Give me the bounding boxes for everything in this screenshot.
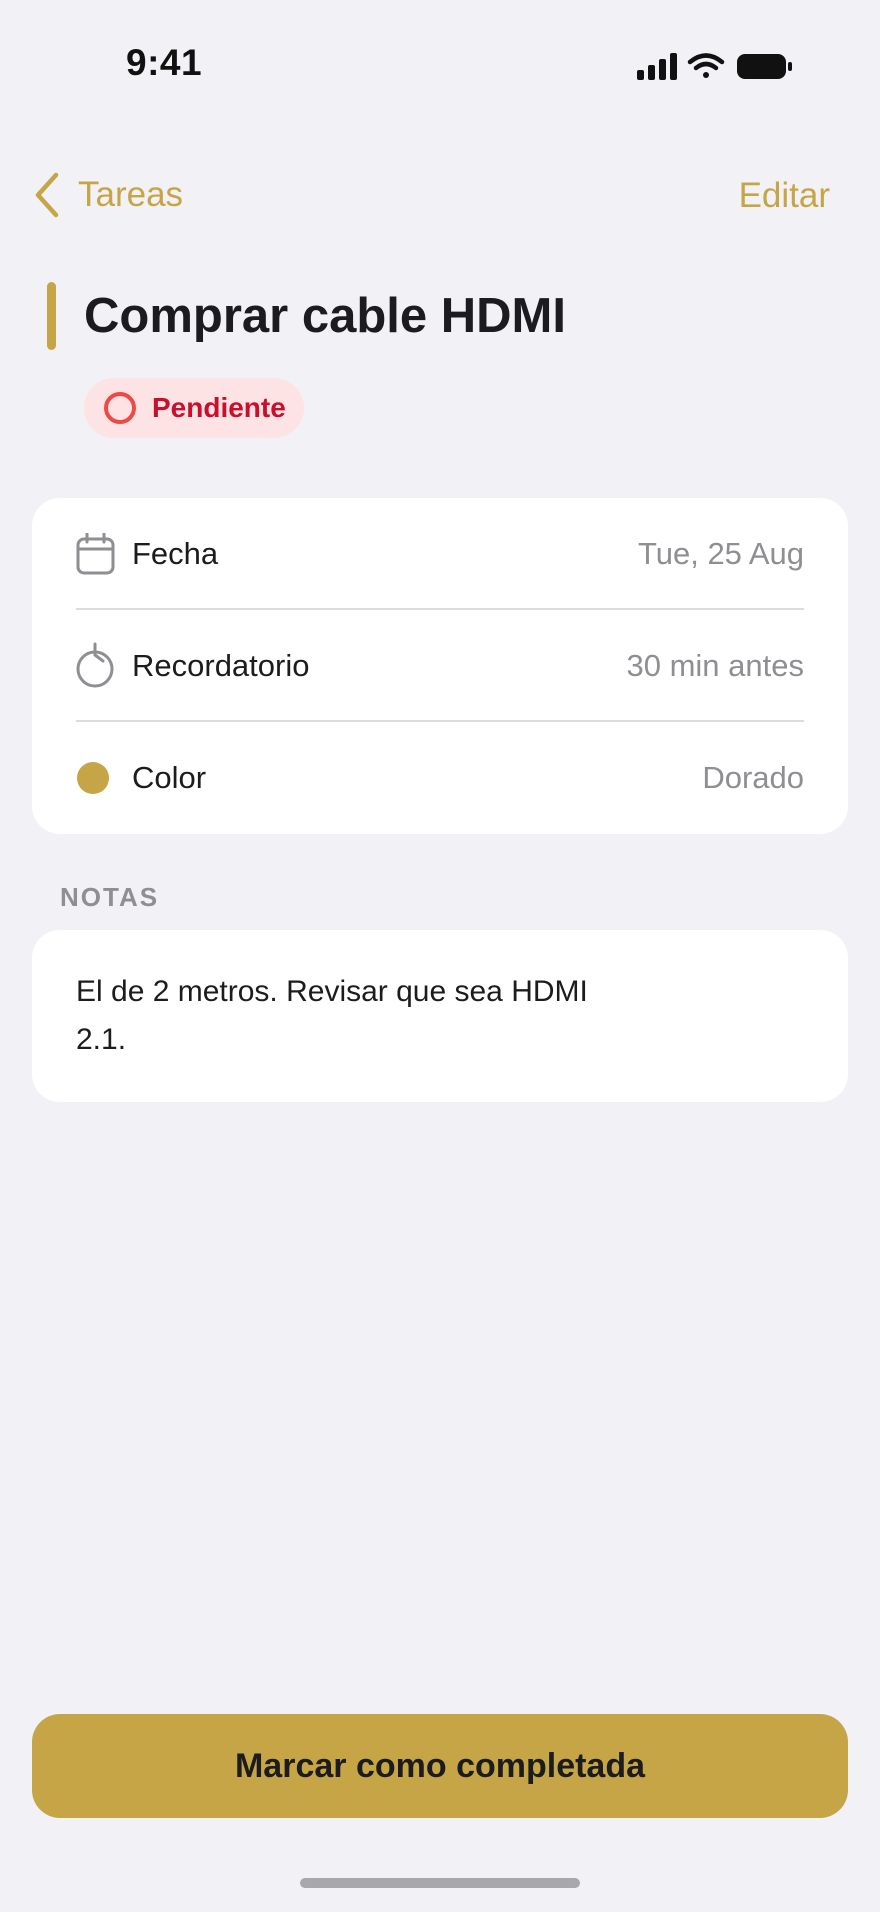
battery-icon xyxy=(737,54,792,79)
edit-button[interactable]: Editar xyxy=(739,176,830,216)
status-time: 9:41 xyxy=(126,42,203,83)
back-button[interactable]: Tareas xyxy=(34,168,183,222)
calendar-icon xyxy=(76,533,115,575)
status-badge-label: Pendiente xyxy=(152,392,286,423)
color-dot-icon xyxy=(77,762,109,794)
notes-card[interactable]: El de 2 metros. Revisar que sea HDMI 2.1… xyxy=(32,930,848,1102)
task-color-bar xyxy=(47,282,56,350)
notes-text: El de 2 metros. Revisar que sea HDMI 2.1… xyxy=(76,975,588,1056)
cellular-signal-icon xyxy=(637,53,677,80)
details-card: Fecha Tue, 25 Aug Recordatorio 30 min an… xyxy=(32,498,848,834)
status-badge: Pendiente xyxy=(84,378,304,438)
detail-row-reminder[interactable]: Recordatorio 30 min antes xyxy=(32,610,848,722)
detail-value: Tue, 25 Aug xyxy=(637,536,804,571)
timer-icon xyxy=(76,642,114,688)
status-icons xyxy=(634,50,794,84)
home-indicator xyxy=(300,1878,580,1888)
detail-value: Dorado xyxy=(702,760,804,795)
notes-heading: NOTAS xyxy=(60,882,160,912)
detail-row-color[interactable]: Color Dorado xyxy=(32,722,848,834)
back-label: Tareas xyxy=(78,175,184,214)
wifi-icon xyxy=(687,53,725,78)
pending-circle-icon xyxy=(104,392,136,424)
detail-label: Recordatorio xyxy=(132,648,310,683)
chevron-left-icon xyxy=(35,172,59,218)
mark-complete-button[interactable]: Marcar como completada xyxy=(32,1714,848,1818)
detail-value: 30 min antes xyxy=(626,648,805,683)
detail-label: Color xyxy=(132,760,207,795)
detail-label: Fecha xyxy=(132,536,219,571)
detail-row-date[interactable]: Fecha Tue, 25 Aug xyxy=(32,498,848,610)
task-title: Comprar cable HDMI xyxy=(84,289,566,343)
